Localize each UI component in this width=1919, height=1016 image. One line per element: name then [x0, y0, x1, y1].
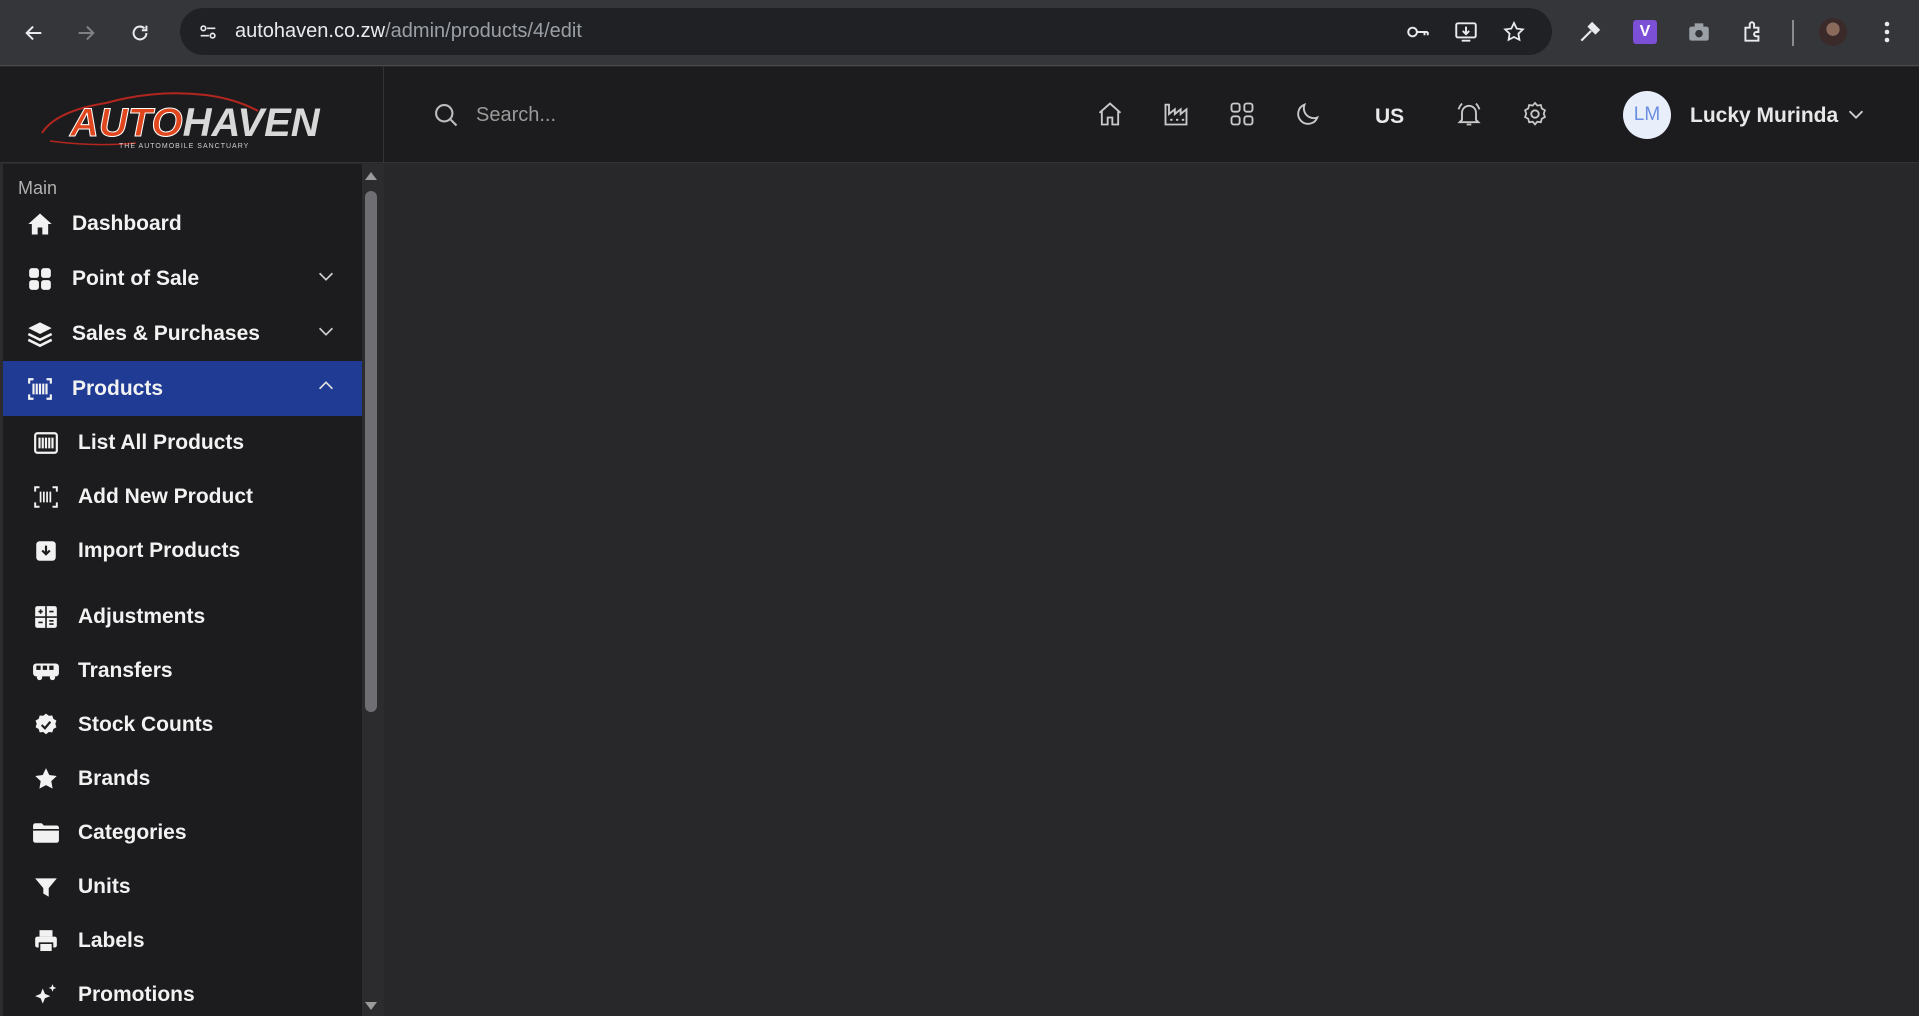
sidebar-item-label: List All Products — [78, 431, 245, 454]
sidebar-item-label: Dashboard — [72, 211, 182, 235]
sidebar-item-promotions[interactable]: Promotions — [3, 968, 362, 1016]
main-content — [384, 164, 1919, 1016]
browser-menu-icon[interactable] — [1872, 17, 1902, 47]
search-input[interactable] — [476, 103, 776, 127]
arrow-left-icon — [25, 25, 42, 41]
sidebar-item-label: Import Products — [78, 539, 241, 562]
forward-button[interactable] — [66, 13, 106, 53]
layers-icon — [25, 319, 55, 349]
sidebar-item-label: Adjustments — [78, 605, 206, 628]
chevron-up-icon — [315, 375, 337, 402]
barcode-scan-icon — [31, 482, 61, 512]
star-icon — [31, 764, 61, 794]
reload-icon — [132, 25, 148, 41]
logo-auto: AUTO — [70, 101, 184, 145]
sidebar-item-brands[interactable]: Brands — [3, 752, 362, 806]
scroll-up-arrow-icon[interactable] — [364, 170, 378, 182]
scroll-down-arrow-icon[interactable] — [364, 1000, 378, 1012]
v-extension-icon[interactable]: V — [1630, 17, 1660, 47]
calculator-icon — [31, 602, 61, 632]
bookmark-star-icon[interactable] — [1501, 19, 1527, 45]
url-text[interactable]: autohaven.co.zw/admin/products/4/edit — [235, 20, 582, 43]
url-path: /admin/products/4/edit — [385, 20, 582, 42]
site-info-icon[interactable] — [195, 19, 221, 45]
sidebar-item-units[interactable]: Units — [3, 860, 362, 914]
sparkles-icon — [31, 980, 61, 1010]
filter-icon — [31, 872, 61, 902]
logo-haven: HAVEN — [182, 101, 320, 145]
sidebar-item-label: Promotions — [78, 983, 195, 1006]
logo[interactable]: AUTOHAVEN THE AUTOMOBILE SANCTUARY — [0, 67, 384, 163]
language-selector[interactable]: US — [1375, 105, 1404, 129]
sidebar-item-label: Categories — [78, 821, 187, 844]
arrow-right-icon — [78, 25, 95, 41]
password-key-icon[interactable] — [1405, 19, 1431, 45]
chevron-down-icon — [315, 265, 337, 292]
v-extension-label: V — [1633, 20, 1657, 44]
printer-icon — [31, 926, 61, 956]
address-bar[interactable]: autohaven.co.zw/admin/products/4/edit — [180, 8, 1552, 55]
chevron-down-icon — [315, 320, 337, 347]
install-app-icon[interactable] — [1453, 19, 1479, 45]
sidebar-item-import-products[interactable]: Import Products — [3, 524, 362, 578]
extensions-puzzle-icon[interactable] — [1738, 17, 1768, 47]
logo-wordmark: AUTOHAVEN — [70, 101, 320, 145]
sidebar-item-list-all-products[interactable]: List All Products — [3, 416, 362, 470]
home-icon — [25, 209, 55, 239]
folder-icon — [31, 818, 61, 848]
sidebar-item-add-new-product[interactable]: Add New Product — [3, 470, 362, 524]
grid-icon — [25, 264, 55, 294]
sidebar-item-adjustments[interactable]: Adjustments — [3, 590, 362, 644]
sidebar-item-label: Brands — [78, 767, 151, 790]
url-domain: autohaven.co.zw — [235, 20, 386, 42]
sidebar-item-point-of-sale[interactable]: Point of Sale — [3, 251, 362, 306]
sidebar-item-labels[interactable]: Labels — [3, 914, 362, 968]
sidebar-item-label: Products — [72, 376, 164, 400]
logo-tagline: THE AUTOMOBILE SANCTUARY — [119, 143, 250, 150]
back-button[interactable] — [14, 13, 54, 53]
search-icon[interactable] — [432, 101, 460, 129]
settings-gear-icon[interactable] — [1518, 97, 1552, 131]
toolbar-divider — [1792, 20, 1794, 46]
search-bar — [432, 97, 776, 133]
sidebar-item-stock-counts[interactable]: Stock Counts — [3, 698, 362, 752]
camera-extension-icon[interactable] — [1684, 17, 1714, 47]
user-name[interactable]: Lucky Murinda — [1690, 104, 1838, 128]
browser-toolbar: autohaven.co.zw/admin/products/4/edit V — [0, 0, 1919, 66]
sidebar-item-transfers[interactable]: Transfers — [3, 644, 362, 698]
sidebar-item-label: Add New Product — [78, 485, 254, 508]
factory-icon[interactable] — [1159, 97, 1193, 131]
app-header: AUTOHAVEN THE AUTOMOBILE SANCTUARY US LM… — [0, 67, 1919, 163]
sidebar-item-label: Units — [78, 875, 131, 898]
profile-avatar-icon[interactable] — [1818, 17, 1848, 47]
sidebar-item-dashboard[interactable]: Dashboard — [3, 196, 362, 251]
sidebar-item-label: Labels — [78, 929, 145, 952]
avatar[interactable]: LM — [1623, 91, 1671, 139]
notification-bell-icon[interactable] — [1452, 97, 1486, 131]
sidebar-item-label: Sales & Purchases — [72, 321, 260, 345]
sidebar-scroll-thumb[interactable] — [365, 191, 377, 712]
eyedropper-extension-icon[interactable] — [1575, 17, 1605, 47]
sidebar-item-products[interactable]: Products — [3, 361, 362, 416]
sidebar-item-label: Point of Sale — [72, 266, 200, 290]
barcode-icon — [25, 374, 55, 404]
sidebar: Main Dashboard Point of Sale Sales & Pur… — [0, 164, 362, 1016]
sidebar-item-label: Stock Counts — [78, 713, 214, 736]
import-icon — [31, 536, 61, 566]
sidebar-item-label: Transfers — [78, 659, 173, 682]
truck-icon — [31, 656, 61, 686]
sidebar-item-sales-purchases[interactable]: Sales & Purchases — [3, 306, 362, 361]
chevron-down-icon[interactable] — [1845, 103, 1867, 130]
dark-mode-moon-icon[interactable] — [1291, 97, 1325, 131]
check-badge-icon — [31, 710, 61, 740]
apps-grid-icon[interactable] — [1225, 97, 1259, 131]
barcode-icon — [31, 428, 61, 458]
sidebar-item-categories[interactable]: Categories — [3, 806, 362, 860]
reload-button[interactable] — [120, 13, 160, 53]
home-icon[interactable] — [1093, 97, 1127, 131]
